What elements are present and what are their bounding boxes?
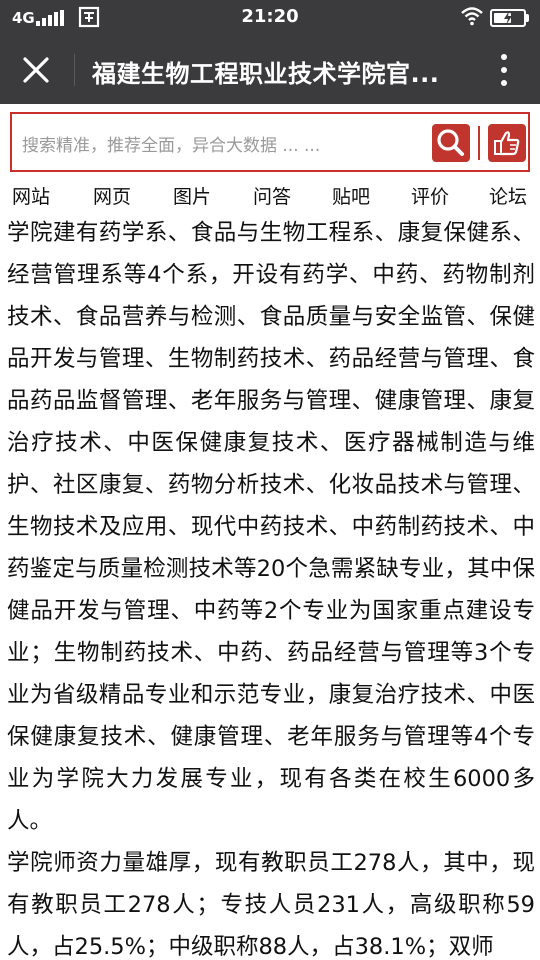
paragraph: 学院建有药学系、食品与生物工程系、康复保健系、经营管理系等4个系，开设有药学、中… xyxy=(7,220,535,834)
search-button[interactable] xyxy=(432,124,470,162)
title-divider xyxy=(74,54,75,86)
category-nav: 网站 网页 图片 问答 贴吧 评价 论坛 xyxy=(0,176,540,216)
search-separator xyxy=(478,126,480,160)
tab-forum[interactable]: 论坛 xyxy=(489,182,527,209)
search-box[interactable]: 搜索精准，推荐全面，异合大数据 ... ... xyxy=(10,112,530,172)
tab-tieba[interactable]: 贴吧 xyxy=(332,182,370,209)
search-area: 搜索精准，推荐全面，异合大数据 ... ... xyxy=(0,104,540,176)
battery-icon xyxy=(490,9,526,27)
close-icon xyxy=(23,57,49,83)
like-button[interactable] xyxy=(488,124,526,162)
more-button[interactable] xyxy=(486,50,522,90)
close-button[interactable] xyxy=(14,48,58,92)
tab-images[interactable]: 图片 xyxy=(173,182,211,209)
tab-reviews[interactable]: 评价 xyxy=(411,182,449,209)
search-icon xyxy=(437,129,464,156)
status-bar: 4G 21:20 xyxy=(0,0,540,36)
tab-website[interactable]: 网站 xyxy=(12,182,50,209)
thumbs-up-icon xyxy=(494,131,520,156)
wifi-icon xyxy=(460,6,484,26)
page-title: 福建生物工程职业技术学院官... xyxy=(92,60,440,88)
more-vertical-icon xyxy=(501,54,507,60)
article-content: 学院建有药学系、食品与生物工程系、康复保健系、经营管理系等4个系，开设有药学、中… xyxy=(0,216,540,960)
tab-qa[interactable]: 问答 xyxy=(253,182,291,209)
title-bar: 福建生物工程职业技术学院官... xyxy=(0,36,540,104)
battery-tip xyxy=(526,14,529,22)
clock: 21:20 xyxy=(241,6,299,27)
paragraph: 学院师资力量雄厚，现有教职员工278人，其中，现有教职员工278人；专技人员23… xyxy=(7,850,535,960)
tab-webpage[interactable]: 网页 xyxy=(93,182,131,209)
search-input[interactable]: 搜索精准，推荐全面，异合大数据 ... ... xyxy=(22,131,422,156)
